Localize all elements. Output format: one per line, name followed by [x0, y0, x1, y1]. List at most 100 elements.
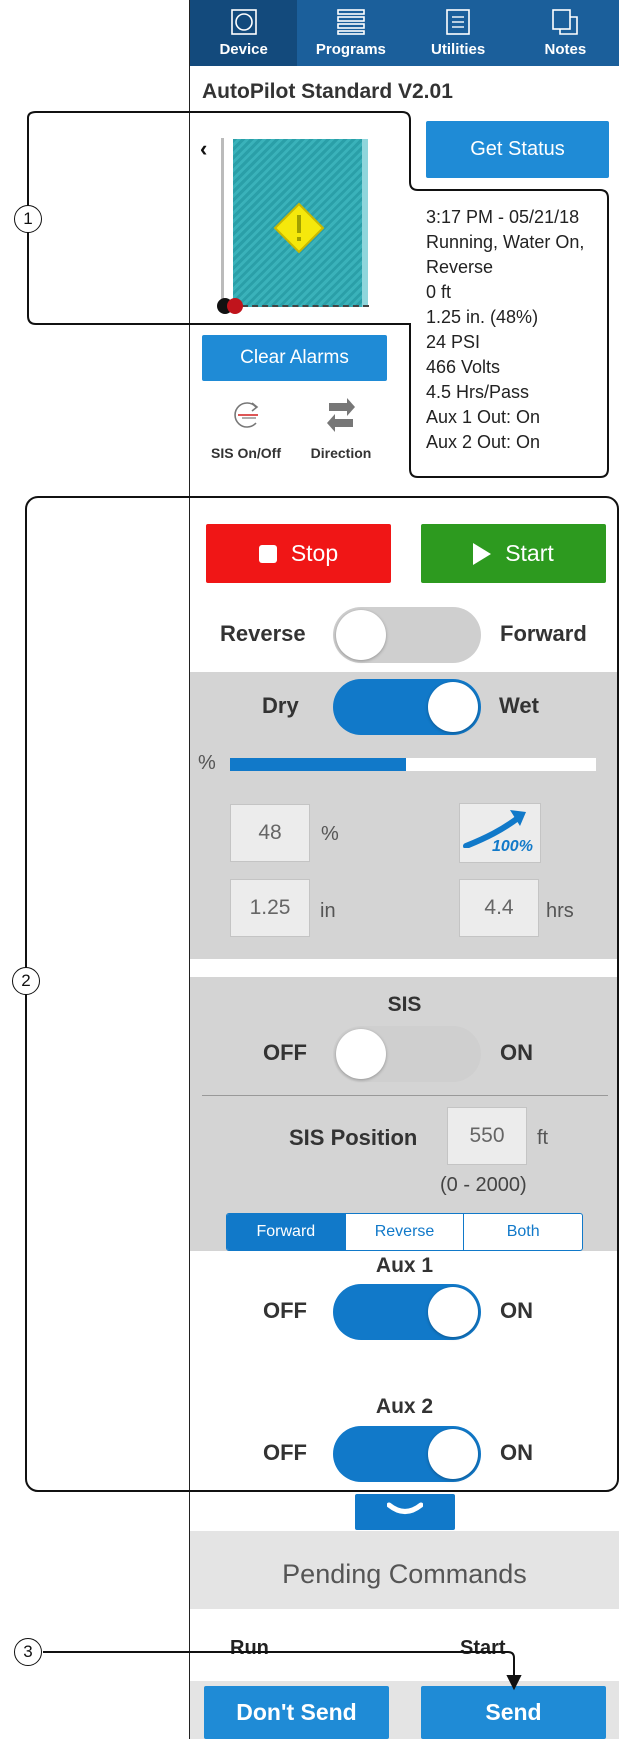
- dry-label: Dry: [262, 693, 299, 718]
- wet-label: Wet: [499, 693, 539, 718]
- nav-programs[interactable]: Programs: [297, 0, 404, 66]
- status-direction: Reverse: [426, 257, 494, 277]
- chevron-left-icon: ‹: [200, 136, 208, 161]
- aux2-title: Aux 2: [375, 1395, 434, 1418]
- stop-button[interactable]: Stop: [206, 524, 391, 583]
- aux2-on-label: ON: [500, 1440, 533, 1465]
- status-pressure: 24 PSI: [426, 332, 481, 352]
- utilities-icon: [446, 9, 470, 35]
- boost-label: 100%: [492, 838, 533, 855]
- segment-both[interactable]: Both: [463, 1214, 582, 1250]
- direction-control[interactable]: Direction: [301, 395, 381, 461]
- aux1-on-label: ON: [500, 1298, 533, 1323]
- clear-alarms-button[interactable]: Clear Alarms: [202, 335, 387, 381]
- field-graphic[interactable]: ‹: [200, 136, 380, 316]
- direction-toggle[interactable]: [333, 607, 481, 663]
- send-button[interactable]: Send: [421, 1686, 606, 1739]
- aux2-toggle-row: OFF ON: [190, 1424, 619, 1484]
- toggle-knob: [336, 1029, 386, 1079]
- sis-off-label: OFF: [263, 1040, 307, 1065]
- aux2-off-label: OFF: [263, 1440, 307, 1465]
- percent-input[interactable]: 48: [230, 804, 310, 862]
- sis-icon: [234, 402, 259, 428]
- notes-icon: [552, 9, 579, 35]
- nav-notes-label: Notes: [544, 41, 587, 58]
- direction-toggle-row: Reverse Forward: [190, 605, 619, 665]
- direction-label: Direction: [310, 445, 372, 461]
- get-status-button[interactable]: Get Status: [426, 121, 609, 178]
- sis-toggle-control[interactable]: SIS On/Off: [206, 395, 286, 461]
- forward-label: Forward: [500, 621, 587, 646]
- top-nav: Device Programs Utilities Notes: [190, 0, 619, 66]
- sis-title: SIS: [387, 993, 422, 1016]
- start-label: Start: [505, 540, 554, 566]
- nav-utilities-label: Utilities: [431, 41, 486, 58]
- sis-toggle-label: SIS On/Off: [211, 445, 281, 461]
- field-boundary: [242, 305, 369, 307]
- programs-icon: [337, 9, 365, 35]
- nav-device-label: Device: [219, 41, 268, 58]
- callout-3: 3: [14, 1638, 42, 1666]
- depth-input[interactable]: 1.25: [230, 879, 310, 937]
- stop-icon: [258, 544, 277, 563]
- segment-reverse[interactable]: Reverse: [344, 1214, 464, 1250]
- sis-direction-segmented-control: Forward Reverse Both: [226, 1213, 583, 1251]
- status-voltage: 466 Volts: [426, 357, 501, 377]
- percent-slider-fill: [230, 758, 406, 771]
- start-button[interactable]: Start: [421, 524, 606, 583]
- device-icon: [230, 9, 257, 35]
- sis-position-unit: ft: [537, 1127, 549, 1149]
- sis-panel: [190, 977, 619, 1251]
- aux2-toggle[interactable]: [333, 1426, 481, 1482]
- percent-slider[interactable]: [230, 758, 596, 771]
- status-panel: 3:17 PM - 05/21/18 Running, Water On, Re…: [426, 205, 584, 455]
- sis-position-input[interactable]: 550: [447, 1107, 527, 1165]
- reverse-label: Reverse: [220, 621, 306, 646]
- sis-on-label: ON: [500, 1040, 533, 1065]
- dont-send-button[interactable]: Don't Send: [204, 1686, 389, 1739]
- depth-unit: in: [320, 900, 336, 922]
- aux1-toggle[interactable]: [333, 1284, 481, 1340]
- nav-programs-label: Programs: [315, 41, 386, 58]
- sis-position-range: (0 - 2000): [440, 1174, 527, 1196]
- pending-command-name: Run: [230, 1637, 269, 1659]
- aux1-off-label: OFF: [263, 1298, 307, 1323]
- page-title: AutoPilot Standard V2.01: [202, 80, 453, 103]
- toggle-knob: [428, 682, 478, 732]
- segment-forward[interactable]: Forward: [227, 1214, 345, 1250]
- sis-toggle[interactable]: [333, 1026, 481, 1082]
- status-state: Running, Water On,: [426, 232, 585, 252]
- status-aux2: Aux 2 Out: On: [426, 432, 541, 452]
- aux1-title: Aux 1: [375, 1254, 434, 1277]
- status-depth: 1.25 in. (48%): [426, 307, 539, 327]
- callout-2: 2: [12, 967, 40, 995]
- nav-notes[interactable]: Notes: [512, 0, 619, 66]
- nav-utilities[interactable]: Utilities: [405, 0, 512, 66]
- hours-unit: hrs: [546, 900, 574, 922]
- direction-arrows-icon: [327, 398, 355, 432]
- water-toggle[interactable]: [333, 679, 481, 735]
- sis-position-label: SIS Position: [289, 1125, 418, 1150]
- percent-unit: %: [321, 823, 339, 845]
- collapse-button[interactable]: [355, 1494, 455, 1530]
- callout-1: 1: [14, 205, 42, 233]
- toggle-knob: [428, 1429, 478, 1479]
- play-icon: [473, 542, 492, 565]
- aux1-toggle-row: OFF ON: [190, 1282, 619, 1342]
- pending-command-row: Run Start: [190, 1609, 619, 1681]
- pivot-arm: [221, 138, 224, 304]
- stop-label: Stop: [290, 540, 339, 566]
- pending-commands-panel: Pending Commands Run Start Don't Send Se…: [190, 1531, 619, 1739]
- boost-100-button[interactable]: 100%: [459, 803, 541, 863]
- status-position: 0 ft: [426, 282, 452, 302]
- percent-slider-label: %: [198, 752, 216, 774]
- warning-icon: [273, 202, 325, 254]
- status-aux1: Aux 1 Out: On: [426, 407, 541, 427]
- nav-device[interactable]: Device: [190, 0, 298, 66]
- pivot-position-dot: [227, 298, 243, 314]
- toggle-knob: [428, 1287, 478, 1337]
- status-time: 3:17 PM - 05/21/18: [426, 207, 580, 227]
- status-hours: 4.5 Hrs/Pass: [426, 382, 530, 402]
- hours-input[interactable]: 4.4: [459, 879, 539, 937]
- toggle-knob: [336, 610, 386, 660]
